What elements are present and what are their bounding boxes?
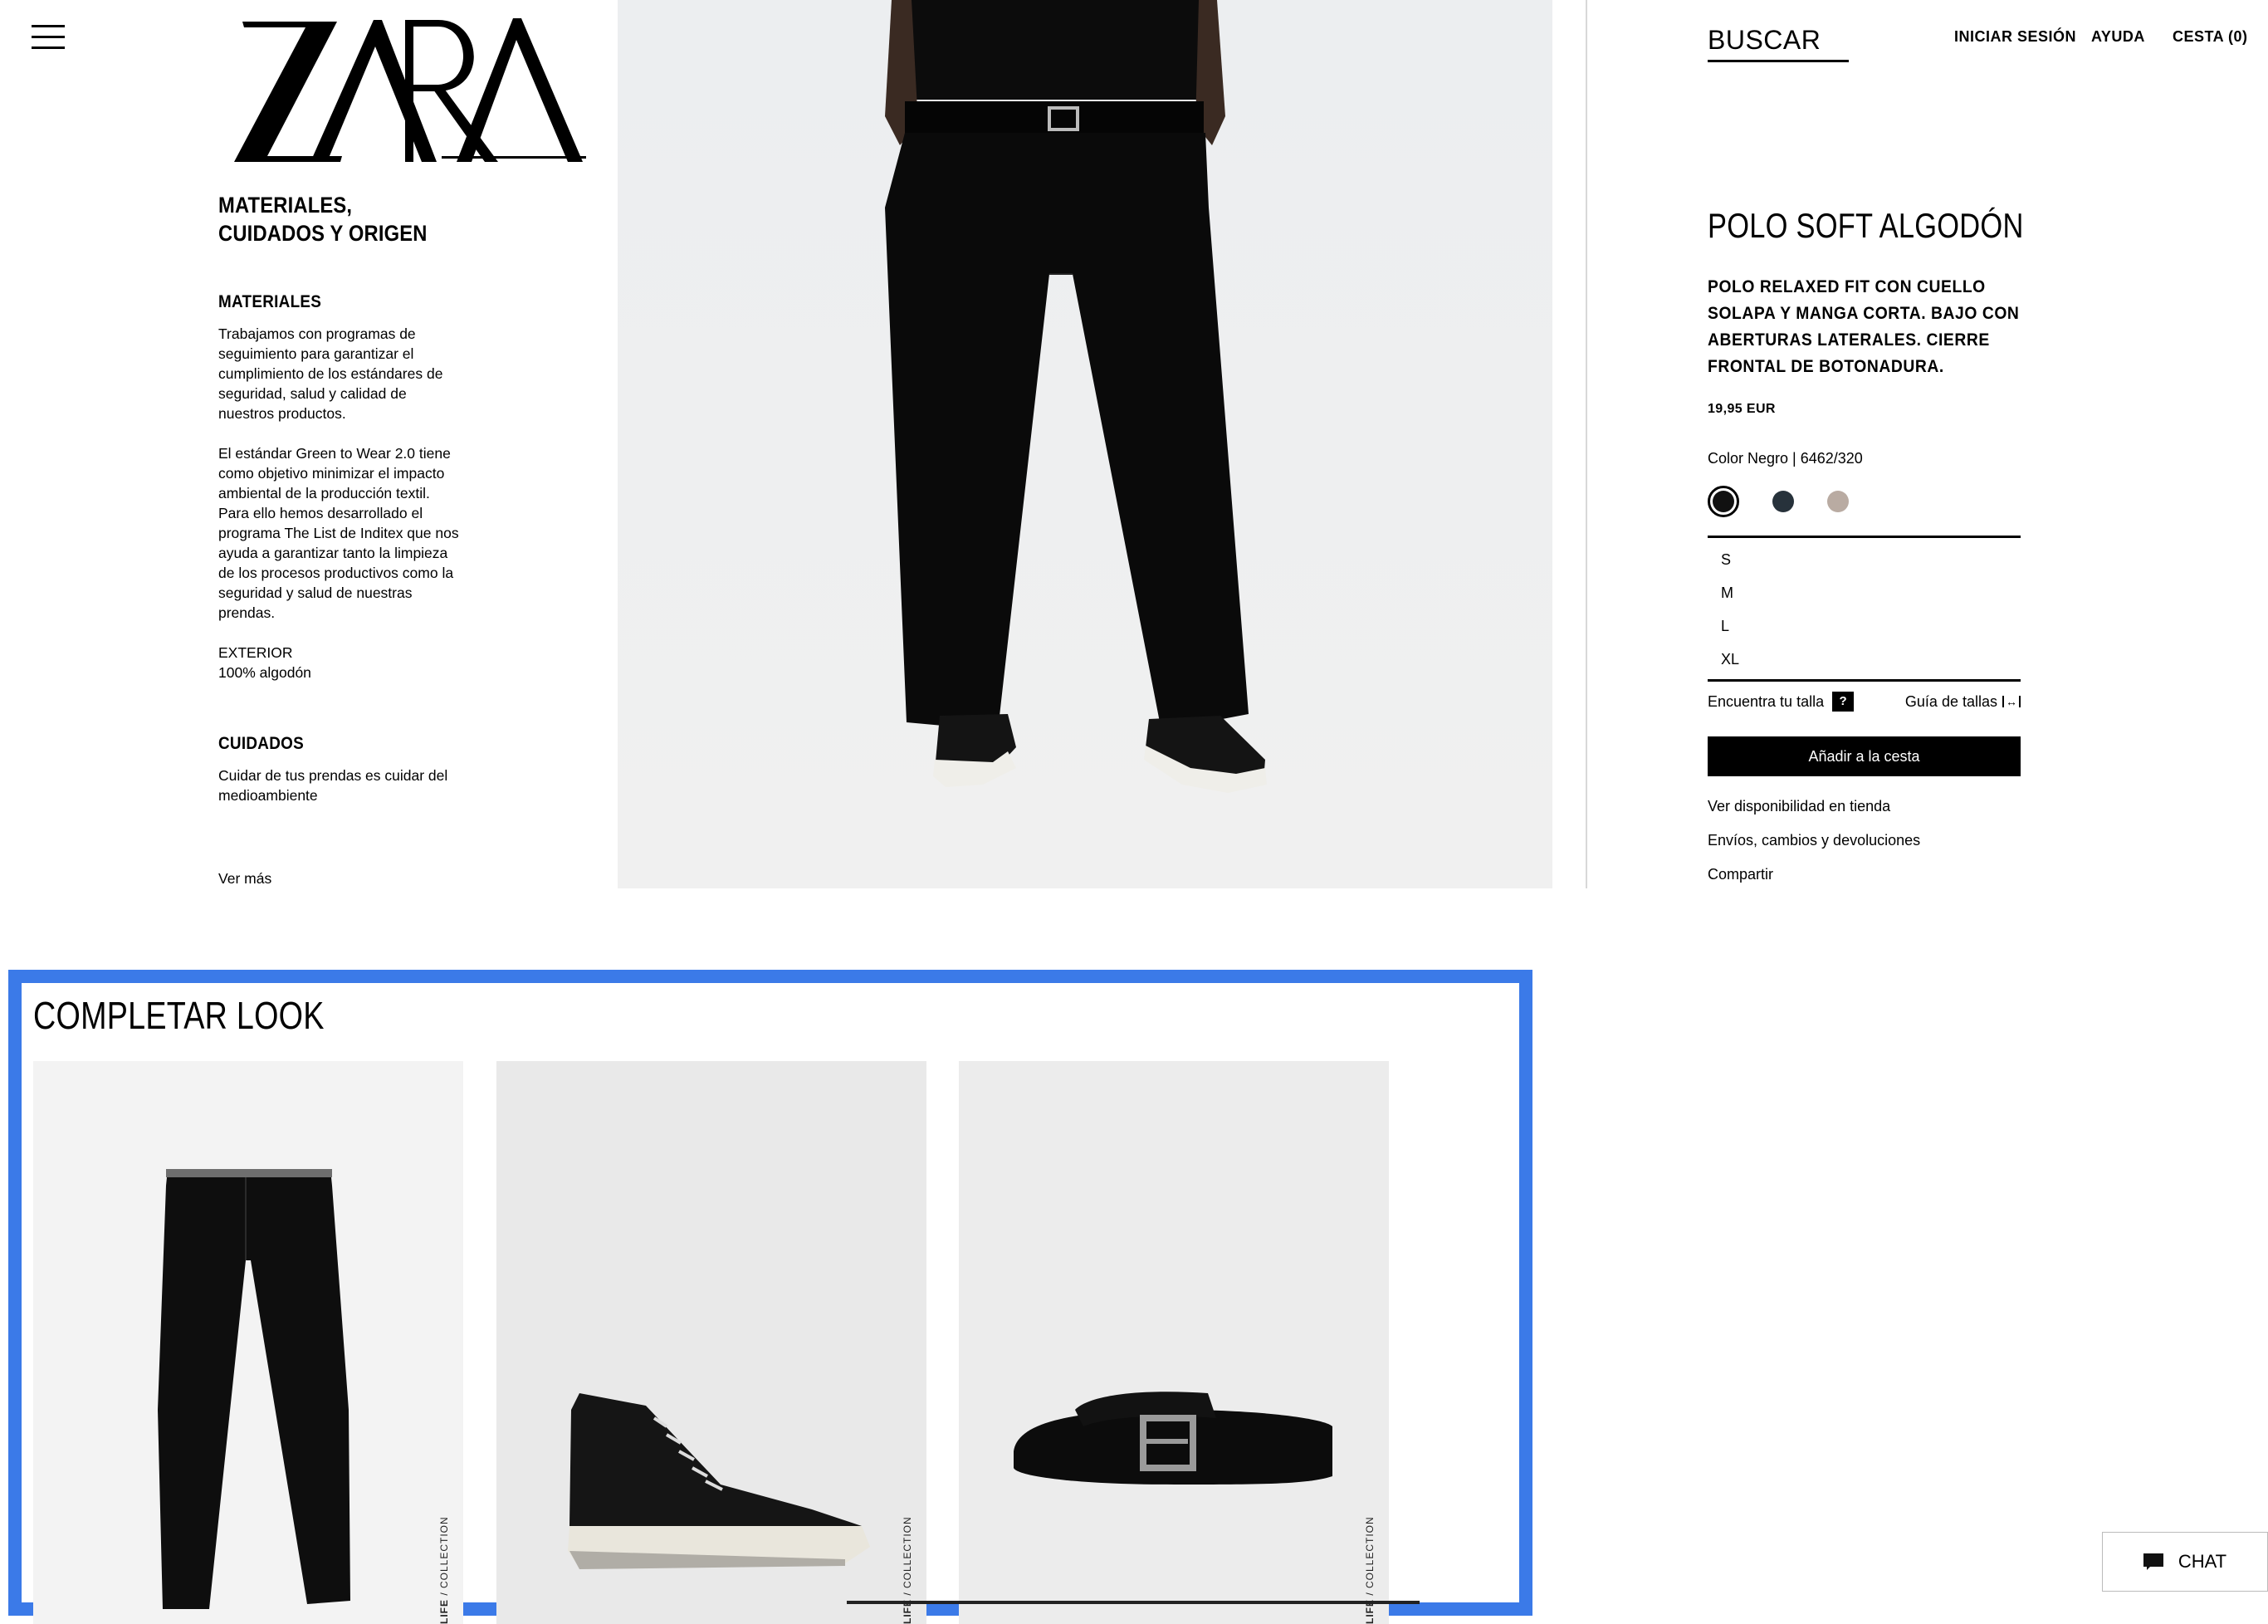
product-hero-image[interactable] [618, 0, 1552, 888]
search-field[interactable]: BUSCAR [1708, 25, 1849, 62]
size-option-l[interactable]: L [1708, 609, 2021, 643]
swatch-navy[interactable] [1772, 491, 1794, 512]
help-link[interactable]: AYUDA [2091, 28, 2145, 46]
product-name: POLO SOFT ALGODÓN [1708, 206, 2024, 245]
look-card-sneakers[interactable]: LIFE / COLLECTION [496, 1061, 926, 1624]
menu-icon[interactable] [32, 25, 65, 50]
card-label: LIFE / COLLECTION [438, 1516, 450, 1624]
size-help-row: Encuentra tu talla ? Guía de tallas ↔ [1708, 692, 2021, 712]
size-guide-label: Guía de tallas [1904, 692, 1997, 710]
product-info: POLO SOFT ALGODÓN POLO RELAXED FIT CON C… [1708, 206, 2023, 883]
chat-label: CHAT [2178, 1551, 2227, 1572]
column-divider [1586, 0, 1587, 888]
cart-link[interactable]: CESTA (0) [2173, 28, 2248, 46]
share-link[interactable]: Compartir [1708, 866, 2023, 883]
exterior-label: EXTERIOR [218, 644, 293, 661]
shipping-returns-link[interactable]: Envíos, cambios y devoluciones [1708, 832, 2023, 849]
size-option-m[interactable]: M [1708, 576, 2021, 609]
product-color: Color Negro | 6462/320 [1708, 450, 1863, 467]
size-option-s[interactable]: S [1708, 543, 2021, 576]
care-text: Cuidar de tus prendas es cuidar del medi… [218, 767, 448, 804]
add-to-cart-button[interactable]: Añadir a la cesta [1708, 736, 2021, 776]
complete-look-title: COMPLETAR LOOK [33, 994, 325, 1037]
care-heading: CUIDADOS [218, 734, 304, 753]
zara-logo[interactable] [234, 17, 586, 162]
belt-image [1014, 1392, 1332, 1485]
materials-panel: MATERIALES, CUIDADOS Y ORIGEN MATERIALES… [218, 191, 459, 805]
size-guide-link[interactable]: Guía de tallas ↔ [1905, 693, 2021, 711]
materials-paragraph-2: El estándar Green to Wear 2.0 tiene como… [218, 445, 459, 621]
product-price: 19,95 EUR [1708, 402, 1776, 416]
product-description: POLO RELAXED FIT CON CUELLO SOLAPA Y MAN… [1708, 277, 2020, 376]
exterior-value: 100% algodón [218, 664, 311, 681]
materials-paragraph-1: Trabajamos con programas de seguimiento … [218, 325, 443, 422]
see-more-link[interactable]: Ver más [218, 870, 271, 888]
model-photo [618, 0, 1552, 888]
store-availability-link[interactable]: Ver disponibilidad en tienda [1708, 798, 2023, 815]
login-link[interactable]: INICIAR SESIÓN [1954, 28, 2076, 46]
ruler-icon: ↔ [2002, 696, 2021, 707]
trousers-image [158, 1169, 350, 1609]
chat-button[interactable]: CHAT [2102, 1532, 2268, 1592]
look-card-trousers[interactable]: LIFE / COLLECTION [33, 1061, 463, 1624]
chat-bubble-icon [2143, 1553, 2163, 1570]
swatch-beige[interactable] [1827, 491, 1849, 512]
materials-panel-title: MATERIALES, CUIDADOS Y ORIGEN [218, 193, 428, 246]
carousel-scrollbar[interactable] [847, 1601, 1420, 1604]
look-card-belt[interactable]: LIFE / COLLECTION [959, 1061, 1389, 1624]
color-swatches [1708, 486, 2023, 517]
materials-heading: MATERIALES [218, 292, 322, 311]
swatch-black[interactable] [1708, 486, 1739, 517]
question-icon: ? [1832, 692, 1855, 712]
find-size-link[interactable]: Encuentra tu talla ? [1708, 692, 1855, 712]
size-option-xl[interactable]: XL [1708, 643, 2021, 676]
find-size-label: Encuentra tu talla [1708, 692, 1825, 710]
sneaker-image [568, 1393, 870, 1569]
size-list: S M L XL [1708, 536, 2021, 682]
